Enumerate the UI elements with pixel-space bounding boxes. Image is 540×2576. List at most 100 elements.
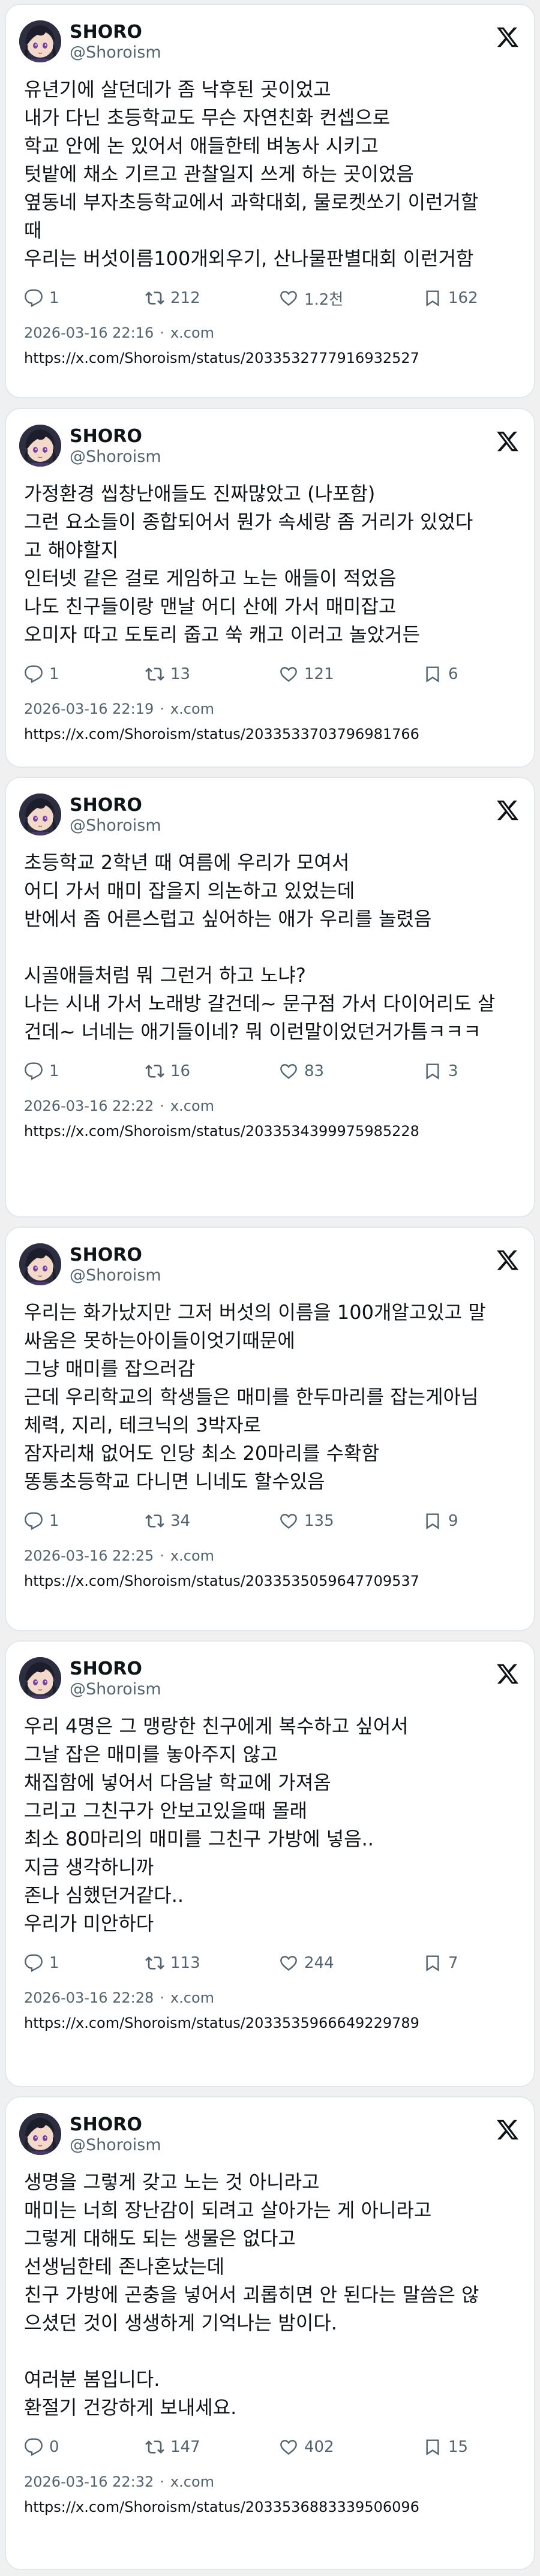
bookmark-icon xyxy=(423,288,448,308)
author-name[interactable]: SHORO xyxy=(70,1245,161,1266)
reply-button[interactable]: 0 xyxy=(24,2435,59,2459)
tweet-card[interactable]: SHORO @Shoroism 우리는 화가났지만 그저 버섯의 이름을 100개알… xyxy=(5,1227,535,1631)
like-count: 135 xyxy=(304,1512,334,1530)
tweet-text-line: 반에서 좀 어른스럽고 싶어하는 애가 우리를 놀렸음 xyxy=(24,907,432,930)
reply-button[interactable]: 1 xyxy=(24,1509,59,1533)
tweet-text-line: 여러분 봄입니다. xyxy=(24,2368,160,2391)
like-button[interactable]: 402 xyxy=(279,2435,334,2459)
retweet-button[interactable]: 16 xyxy=(145,1059,190,1083)
tweet-meta: 2026-03-16 22:32 · x.com xyxy=(24,2472,522,2491)
reply-count: 1 xyxy=(49,1062,59,1080)
timestamp[interactable]: 2026-03-16 22:32 xyxy=(24,2473,154,2490)
tweet-text-line: 그런 요소들이 종합되어서 뭔가 속세랑 좀 거리가 있었다 xyxy=(24,510,473,533)
bookmark-button[interactable]: 3 xyxy=(423,1059,458,1083)
like-button[interactable]: 244 xyxy=(279,1951,334,1975)
bookmark-button[interactable]: 15 xyxy=(423,2435,468,2459)
timestamp[interactable]: 2026-03-16 22:28 xyxy=(24,1989,154,2006)
tweet-text-line: 인터넷 같은 걸로 게임하고 노는 애들이 적었음 xyxy=(24,567,397,590)
tweet-url[interactable]: https://x.com/Shoroism/status/2033535059… xyxy=(24,1571,522,1591)
x-logo-icon[interactable] xyxy=(496,1662,520,1686)
tweet-card[interactable]: SHORO @Shoroism 유년기에 살던데가 좀 낙후된 곳이었고 내가 다닌 … xyxy=(5,4,535,398)
retweet-button[interactable]: 13 xyxy=(145,662,190,686)
reply-count: 1 xyxy=(49,665,59,683)
bookmark-button[interactable]: 162 xyxy=(423,286,478,310)
tweet-meta: 2026-03-16 22:16 · x.com xyxy=(24,323,522,342)
tweet-url[interactable]: https://x.com/Shoroism/status/2033533703… xyxy=(24,725,522,744)
author-handle[interactable]: @Shoroism xyxy=(70,1266,161,1285)
author-handle[interactable]: @Shoroism xyxy=(70,2136,161,2155)
avatar[interactable] xyxy=(19,2113,61,2155)
tweet-url[interactable]: https://x.com/Shoroism/status/2033532777… xyxy=(24,348,522,368)
source-label: x.com xyxy=(170,701,215,717)
tweet-url[interactable]: https://x.com/Shoroism/status/2033534399… xyxy=(24,1122,522,1141)
x-logo-icon[interactable] xyxy=(496,429,520,453)
retweet-icon xyxy=(145,665,170,684)
tweet-text-line: 때 xyxy=(24,219,42,242)
tweet-card[interactable]: SHORO @Shoroism 생명을 그렇게 갖고 노는 것 아니라고 매미는 너희… xyxy=(5,2096,535,2570)
x-logo-icon[interactable] xyxy=(496,1248,520,1272)
retweet-button[interactable]: 34 xyxy=(145,1509,190,1533)
reply-count: 0 xyxy=(49,2438,59,2456)
tweet-text-line: 채집함에 넣어서 다음날 학교에 가져옴 xyxy=(24,1771,331,1794)
retweet-button[interactable]: 113 xyxy=(145,1951,200,1975)
bookmark-button[interactable]: 9 xyxy=(423,1509,458,1533)
avatar[interactable] xyxy=(19,20,61,62)
avatar[interactable] xyxy=(19,1243,61,1285)
author-names: SHORO @Shoroism xyxy=(70,795,161,835)
reply-button[interactable]: 1 xyxy=(24,1951,59,1975)
heart-icon xyxy=(279,665,304,684)
author-name[interactable]: SHORO xyxy=(70,795,161,816)
like-button[interactable]: 1.2천 xyxy=(279,286,343,310)
bookmark-icon xyxy=(423,1062,448,1081)
timestamp[interactable]: 2026-03-16 22:25 xyxy=(24,1547,154,1564)
separator-dot: · xyxy=(160,1098,164,1114)
tweet-card[interactable]: SHORO @Shoroism 우리 4명은 그 맹랑한 친구에게 복수하고 싶어서… xyxy=(5,1640,535,2087)
source-label: x.com xyxy=(170,1989,215,2006)
retweet-count: 212 xyxy=(170,289,200,307)
retweet-count: 113 xyxy=(170,1954,200,1972)
author-name[interactable]: SHORO xyxy=(70,426,161,447)
tweet-url[interactable]: https://x.com/Shoroism/status/2033535966… xyxy=(24,2013,522,2033)
retweet-button[interactable]: 147 xyxy=(145,2435,200,2459)
avatar[interactable] xyxy=(19,793,61,835)
author-name[interactable]: SHORO xyxy=(70,22,161,43)
bookmark-icon xyxy=(423,1953,448,1973)
timestamp[interactable]: 2026-03-16 22:19 xyxy=(24,701,154,717)
tweet-card[interactable]: SHORO @Shoroism 초등학교 2학년 때 여름에 우리가 모여서 어디 가… xyxy=(5,777,535,1218)
tweet-text-line: 그리고 그친구가 안보고있을때 몰래 xyxy=(24,1799,308,1822)
timestamp[interactable]: 2026-03-16 22:16 xyxy=(24,324,154,341)
heart-icon xyxy=(279,2437,304,2457)
like-button[interactable]: 83 xyxy=(279,1059,324,1083)
author-handle[interactable]: @Shoroism xyxy=(70,816,161,835)
retweet-count: 34 xyxy=(170,1512,191,1530)
bookmark-button[interactable]: 6 xyxy=(423,662,458,686)
x-logo-icon[interactable] xyxy=(496,798,520,822)
like-button[interactable]: 121 xyxy=(279,662,334,686)
author-name[interactable]: SHORO xyxy=(70,1658,161,1680)
source-label: x.com xyxy=(170,1098,215,1114)
tweet-card[interactable]: SHORO @Shoroism 가정환경 씹창난애들도 진짜많았고 (나포함) 그런 … xyxy=(5,408,535,768)
like-button[interactable]: 135 xyxy=(279,1509,334,1533)
reply-button[interactable]: 1 xyxy=(24,286,59,310)
avatar[interactable] xyxy=(19,1657,61,1699)
tweet-header: SHORO @Shoroism xyxy=(19,2113,523,2155)
bookmark-button[interactable]: 7 xyxy=(423,1951,458,1975)
author-name[interactable]: SHORO xyxy=(70,2114,161,2136)
heart-icon xyxy=(279,1953,304,1973)
reply-button[interactable]: 1 xyxy=(24,1059,59,1083)
author-handle[interactable]: @Shoroism xyxy=(70,1680,161,1699)
author-names: SHORO @Shoroism xyxy=(70,426,161,467)
tweet-text-line: 우리가 미안하다 xyxy=(24,1912,154,1935)
bookmark-count: 15 xyxy=(448,2438,469,2456)
avatar[interactable] xyxy=(19,425,61,467)
reply-button[interactable]: 1 xyxy=(24,662,59,686)
timestamp[interactable]: 2026-03-16 22:22 xyxy=(24,1098,154,1114)
retweet-button[interactable]: 212 xyxy=(145,286,200,310)
x-logo-icon[interactable] xyxy=(496,2118,520,2142)
author-handle[interactable]: @Shoroism xyxy=(70,447,161,467)
x-logo-icon[interactable] xyxy=(496,25,520,49)
tweet-url[interactable]: https://x.com/Shoroism/status/2033536883… xyxy=(24,2497,522,2517)
tweet-actions: 0 147 402 15 xyxy=(24,2435,522,2459)
author-handle[interactable]: @Shoroism xyxy=(70,43,161,62)
author-names: SHORO @Shoroism xyxy=(70,22,161,62)
